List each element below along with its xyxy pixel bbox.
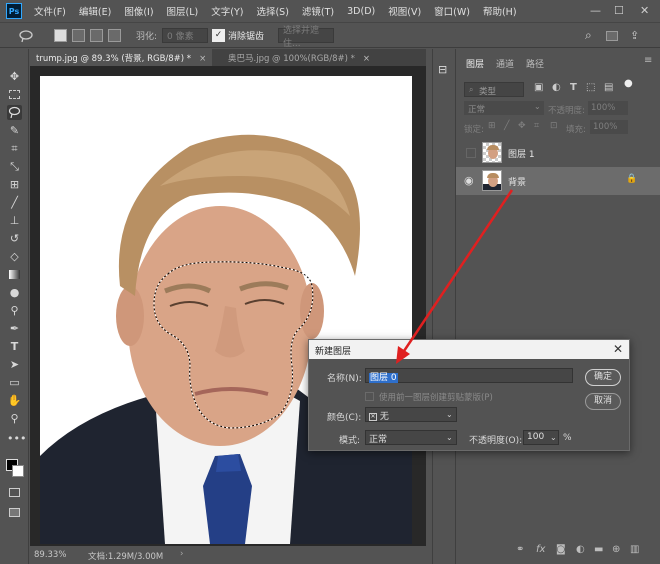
red-arrow-annotation bbox=[396, 189, 514, 364]
